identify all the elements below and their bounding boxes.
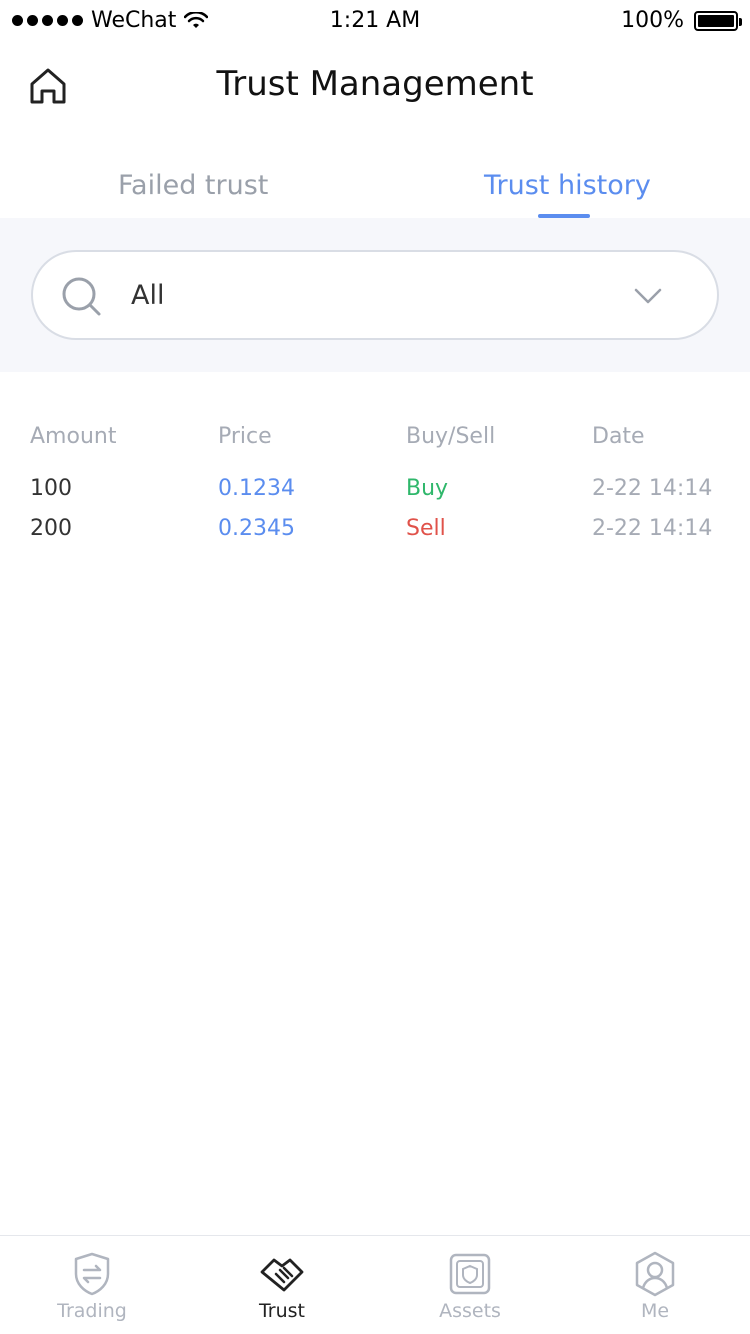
status-right: 100% [621, 8, 742, 33]
chevron-down-icon [634, 288, 662, 304]
nav-trading-label: Trading [57, 1300, 127, 1322]
trading-shield-icon [74, 1252, 110, 1296]
column-header-side: Buy/Sell [406, 424, 496, 449]
search-icon [62, 277, 101, 316]
tab-trust-history[interactable]: Trust history [484, 170, 651, 201]
column-header-date: Date [592, 424, 645, 449]
row-side: Sell [406, 516, 446, 541]
table-header: Amount Price Buy/Sell Date [0, 420, 750, 470]
table-row[interactable]: 100 0.1234 Buy 2-22 14:14 [0, 470, 750, 510]
user-icon [635, 1251, 675, 1297]
column-header-amount: Amount [30, 424, 117, 449]
row-amount: 100 [30, 476, 72, 501]
battery-icon [694, 10, 742, 31]
nav-bar: Trust Management [0, 44, 750, 128]
page-title: Trust Management [216, 64, 534, 104]
row-price: 0.1234 [218, 476, 295, 501]
status-bar: WeChat 1:21 AM 100% [0, 0, 750, 44]
trust-history-table: Amount Price Buy/Sell Date 100 0.1234 Bu… [0, 420, 750, 550]
row-side: Buy [406, 476, 449, 501]
row-price: 0.2345 [218, 516, 295, 541]
filter-selected-value: All [131, 280, 165, 311]
battery-percent: 100% [621, 8, 684, 33]
column-header-price: Price [218, 424, 272, 449]
nav-assets-label: Assets [439, 1300, 501, 1322]
tab-failed-trust[interactable]: Failed trust [118, 170, 268, 201]
filter-dropdown[interactable]: All [31, 250, 719, 340]
nav-trust-label: Trust [258, 1300, 305, 1322]
row-date: 2-22 14:14 [592, 476, 713, 501]
safe-icon [449, 1253, 491, 1295]
table-row[interactable]: 200 0.2345 Sell 2-22 14:14 [0, 510, 750, 550]
handshake-icon [260, 1258, 304, 1292]
nav-me-label: Me [640, 1300, 670, 1322]
row-date: 2-22 14:14 [592, 516, 713, 541]
filter-area: All [0, 218, 750, 372]
nav-trading[interactable]: Trading [32, 1250, 152, 1322]
nav-trust[interactable]: Trust [222, 1250, 342, 1322]
nav-me[interactable]: Me [595, 1250, 715, 1322]
row-amount: 200 [30, 516, 72, 541]
bottom-nav: Trading Trust Assets Me [0, 1235, 750, 1334]
nav-assets[interactable]: Assets [410, 1250, 530, 1322]
tab-bar: Failed trust Trust history [0, 150, 750, 218]
